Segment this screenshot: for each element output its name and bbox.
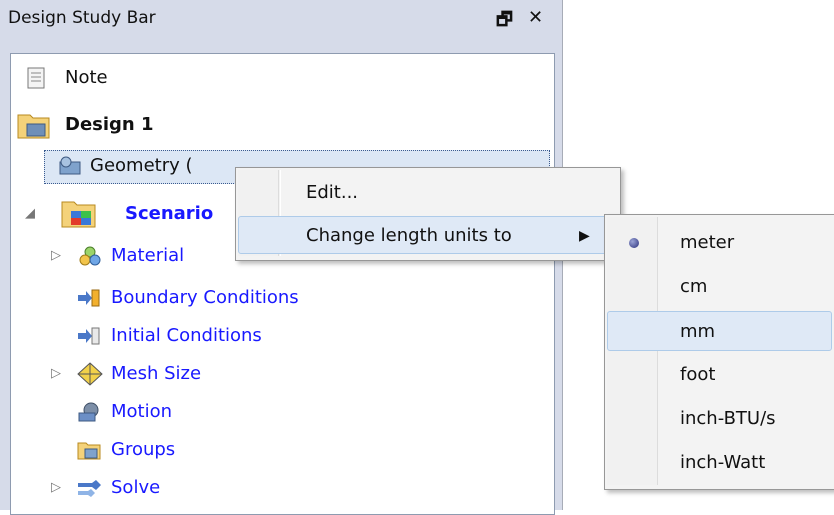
tree-label-solve: Solve	[111, 477, 161, 498]
tree-item-geometry-selected[interactable]: Geometry (	[50, 151, 250, 181]
mesh-size-icon	[77, 362, 103, 386]
tree-item-scenario[interactable]: ◢ Scenario	[17, 199, 237, 229]
unit-option-inch-watt[interactable]: inch-Watt	[607, 443, 832, 483]
tree-label-boundary-conditions: Boundary Conditions	[111, 287, 299, 308]
menu-label-change-length-units: Change length units to	[306, 225, 512, 246]
motion-icon	[78, 402, 99, 422]
tree-label-motion: Motion	[111, 401, 173, 422]
tree-label-initial-conditions: Initial Conditions	[111, 325, 262, 346]
unit-label-foot: foot	[680, 364, 716, 385]
tree-label-material: Material	[111, 245, 185, 266]
panel-titlebar: Design Study Bar 🗗 ✕	[0, 0, 562, 44]
collapsed-arrow-icon[interactable]: ▷	[51, 359, 61, 389]
unit-option-inch-btu-s[interactable]: inch-BTU/s	[607, 399, 832, 439]
expanded-arrow-icon[interactable]: ◢	[25, 199, 35, 229]
tree-label-mesh-size: Mesh Size	[111, 363, 202, 384]
solve-icon	[78, 480, 101, 497]
collapsed-arrow-icon[interactable]: ▷	[51, 241, 61, 271]
submenu-arrow-icon: ▶	[579, 228, 590, 244]
tree-label-note: Note	[65, 67, 108, 88]
unit-option-foot[interactable]: foot	[607, 355, 832, 395]
tree-label-scenario: Scenario	[125, 203, 214, 224]
close-panel-button[interactable]: ✕	[528, 7, 543, 28]
tree-label-geometry-selected: Geometry (	[90, 155, 193, 176]
design-tree[interactable]: Note Design 1 Geometry ( ◢	[10, 53, 555, 515]
tree-item-initial-conditions[interactable]: Initial Conditions	[77, 321, 397, 351]
unit-label-inch-btu-s: inch-BTU/s	[680, 408, 776, 429]
menu-item-change-length-units[interactable]: Change length units to ▶	[238, 216, 618, 254]
context-menu: Edit... Change length units to ▶	[235, 167, 621, 261]
tree-item-design-1[interactable]: Design 1	[17, 110, 237, 140]
unit-label-mm: mm	[680, 321, 716, 342]
float-panel-button[interactable]: 🗗	[496, 7, 513, 37]
geometry-icon	[59, 156, 81, 175]
tree-label-groups: Groups	[111, 439, 176, 460]
panel-title: Design Study Bar	[8, 8, 156, 28]
unit-label-cm: cm	[680, 276, 708, 297]
tree-item-boundary-conditions[interactable]: Boundary Conditions	[77, 283, 397, 313]
unit-option-cm[interactable]: cm	[607, 267, 832, 307]
collapsed-arrow-icon[interactable]: ▷	[51, 473, 61, 503]
tree-item-groups[interactable]: Groups	[77, 435, 297, 465]
design-folder-icon	[17, 114, 50, 139]
boundary-conditions-icon	[78, 289, 100, 307]
tree-item-solve[interactable]: ▷ Solve	[51, 473, 271, 503]
note-icon	[27, 67, 45, 89]
tree-item-motion[interactable]: Motion	[77, 397, 297, 427]
initial-conditions-icon	[78, 327, 100, 345]
unit-label-meter: meter	[680, 232, 735, 253]
tree-label-design-1: Design 1	[65, 114, 154, 135]
unit-option-mm[interactable]: mm	[607, 311, 832, 351]
groups-icon	[77, 442, 101, 460]
selected-radio-icon	[629, 238, 639, 248]
units-submenu: meter cm mm foot inch-BTU/s inch-Watt	[604, 214, 834, 490]
scenario-folder-icon	[61, 201, 96, 228]
material-icon	[79, 246, 101, 266]
menu-item-edit[interactable]: Edit...	[238, 174, 618, 212]
tree-item-mesh-size[interactable]: ▷ Mesh Size	[51, 359, 311, 389]
unit-option-meter[interactable]: meter	[607, 223, 832, 263]
menu-label-edit: Edit...	[306, 182, 359, 203]
tree-item-note[interactable]: Note	[25, 63, 225, 93]
unit-label-inch-watt: inch-Watt	[680, 452, 766, 473]
